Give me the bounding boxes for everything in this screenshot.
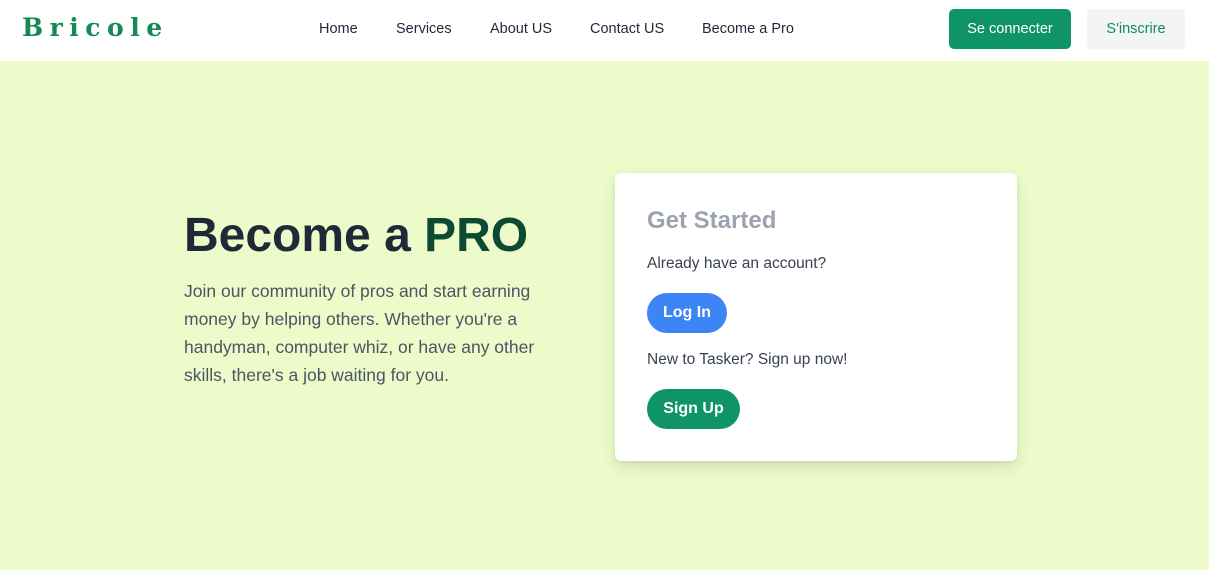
- nav-link-become-pro[interactable]: Become a Pro: [702, 20, 794, 38]
- get-started-card: Get Started Already have an account? Log…: [615, 173, 1017, 461]
- nav-link-about[interactable]: About US: [490, 20, 552, 38]
- hero-description: Join our community of pros and start ear…: [184, 281, 535, 385]
- existing-account-prompt: Already have an account?: [647, 255, 827, 272]
- register-button[interactable]: S'inscrire: [1087, 9, 1185, 49]
- hero-title-highlight: PRO: [424, 209, 529, 262]
- login-button[interactable]: Se connecter: [949, 9, 1071, 49]
- new-user-prompt: New to Tasker? Sign up now!: [647, 351, 848, 368]
- nav-link-home[interactable]: Home: [319, 20, 358, 38]
- brand-logo[interactable]: Bricole: [22, 12, 169, 44]
- hero-title: Become a PRO: [184, 207, 528, 265]
- hero-title-prefix: Become a: [184, 209, 411, 262]
- card-signup-button[interactable]: Sign Up: [647, 389, 740, 429]
- card-title: Get Started: [647, 207, 777, 234]
- navbar: Bricole Home Services About US Contact U…: [0, 0, 1209, 61]
- nav-link-contact[interactable]: Contact US: [590, 20, 664, 38]
- nav-link-services[interactable]: Services: [396, 20, 452, 38]
- hero-section: [0, 61, 1209, 570]
- card-login-button[interactable]: Log In: [647, 293, 727, 333]
